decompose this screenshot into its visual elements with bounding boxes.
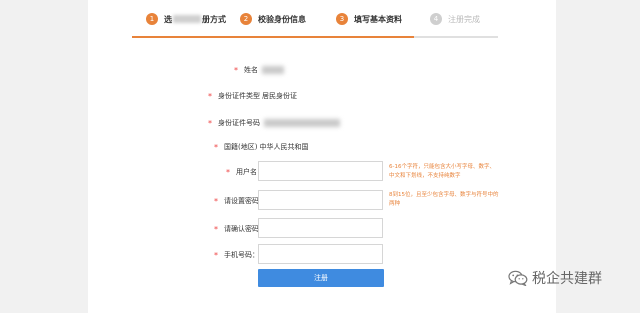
wechat-icon bbox=[508, 270, 528, 286]
username-label: 用户名 bbox=[236, 168, 257, 176]
step-2: 2 校验身份信息 bbox=[240, 13, 306, 25]
stepper-track-progress bbox=[132, 36, 414, 38]
step-number: 1 bbox=[146, 13, 158, 25]
step-label: 填写基本资料 bbox=[354, 14, 402, 24]
confirm-password-label: 请确认密码 bbox=[224, 225, 259, 233]
required-asterisk: * bbox=[214, 196, 218, 206]
step-4: 4 注册完成 bbox=[430, 13, 480, 25]
registration-card bbox=[88, 0, 556, 313]
password-hint: 8到15位，且至少包含字母、数字与符号中的两种 bbox=[389, 192, 499, 207]
confirm-password-input[interactable] bbox=[258, 218, 383, 238]
password-label: 请设置密码 bbox=[224, 197, 259, 205]
name-row: * 姓名 bbox=[234, 65, 284, 75]
password-input[interactable] bbox=[258, 190, 383, 210]
phone-label: 手机号码： bbox=[224, 251, 259, 259]
required-asterisk: * bbox=[226, 167, 230, 177]
phone-input[interactable] bbox=[258, 244, 383, 264]
name-label: 姓名 bbox=[244, 66, 258, 74]
redacted-name bbox=[262, 66, 284, 74]
redacted-id-number bbox=[264, 119, 340, 127]
username-input[interactable] bbox=[258, 161, 383, 181]
username-hint: 6-16个字符，只能包含大小写字母、数字、中文和下划线，不支持纯数字 bbox=[389, 164, 495, 179]
step-label: 注册完成 bbox=[448, 14, 480, 24]
registration-stepper: 1 选册方式 2 校验身份信息 3 填写基本资料 4 注册完成 bbox=[132, 8, 498, 38]
nationality-value: 中华人民共和国 bbox=[259, 143, 309, 151]
required-asterisk: * bbox=[214, 224, 218, 234]
username-row: * 用户名 bbox=[226, 167, 257, 177]
required-asterisk: * bbox=[208, 118, 212, 128]
step-3: 3 填写基本资料 bbox=[336, 13, 402, 25]
id-type-row: * 身份证件类型 居民身份证 bbox=[208, 91, 297, 101]
phone-row: * 手机号码： bbox=[214, 250, 259, 260]
id-number-label: 身份证件号码 bbox=[218, 119, 260, 127]
confirm-password-row: * 请确认密码 bbox=[214, 224, 259, 234]
required-asterisk: * bbox=[214, 250, 218, 260]
id-number-row: * 身份证件号码 bbox=[208, 118, 340, 128]
redacted-blur bbox=[173, 15, 201, 23]
required-asterisk: * bbox=[214, 142, 218, 152]
nationality-row: * 国籍(地区) 中华人民共和国 bbox=[214, 142, 308, 152]
register-button[interactable]: 注册 bbox=[258, 269, 384, 287]
required-asterisk: * bbox=[208, 91, 212, 101]
password-row: * 请设置密码 bbox=[214, 196, 259, 206]
watermark-text: 税企共建群 bbox=[532, 271, 602, 287]
watermark: 税企共建群 bbox=[508, 268, 602, 288]
step-1: 1 选册方式 bbox=[146, 13, 226, 25]
step-label: 校验身份信息 bbox=[258, 14, 306, 24]
nationality-label: 国籍(地区) bbox=[224, 143, 258, 151]
step-number: 3 bbox=[336, 13, 348, 25]
id-type-value: 居民身份证 bbox=[262, 92, 297, 100]
required-asterisk: * bbox=[234, 65, 238, 75]
step-number: 4 bbox=[430, 13, 442, 25]
step-number: 2 bbox=[240, 13, 252, 25]
step-label: 选册方式 bbox=[164, 14, 226, 24]
id-type-label: 身份证件类型 bbox=[218, 92, 260, 100]
